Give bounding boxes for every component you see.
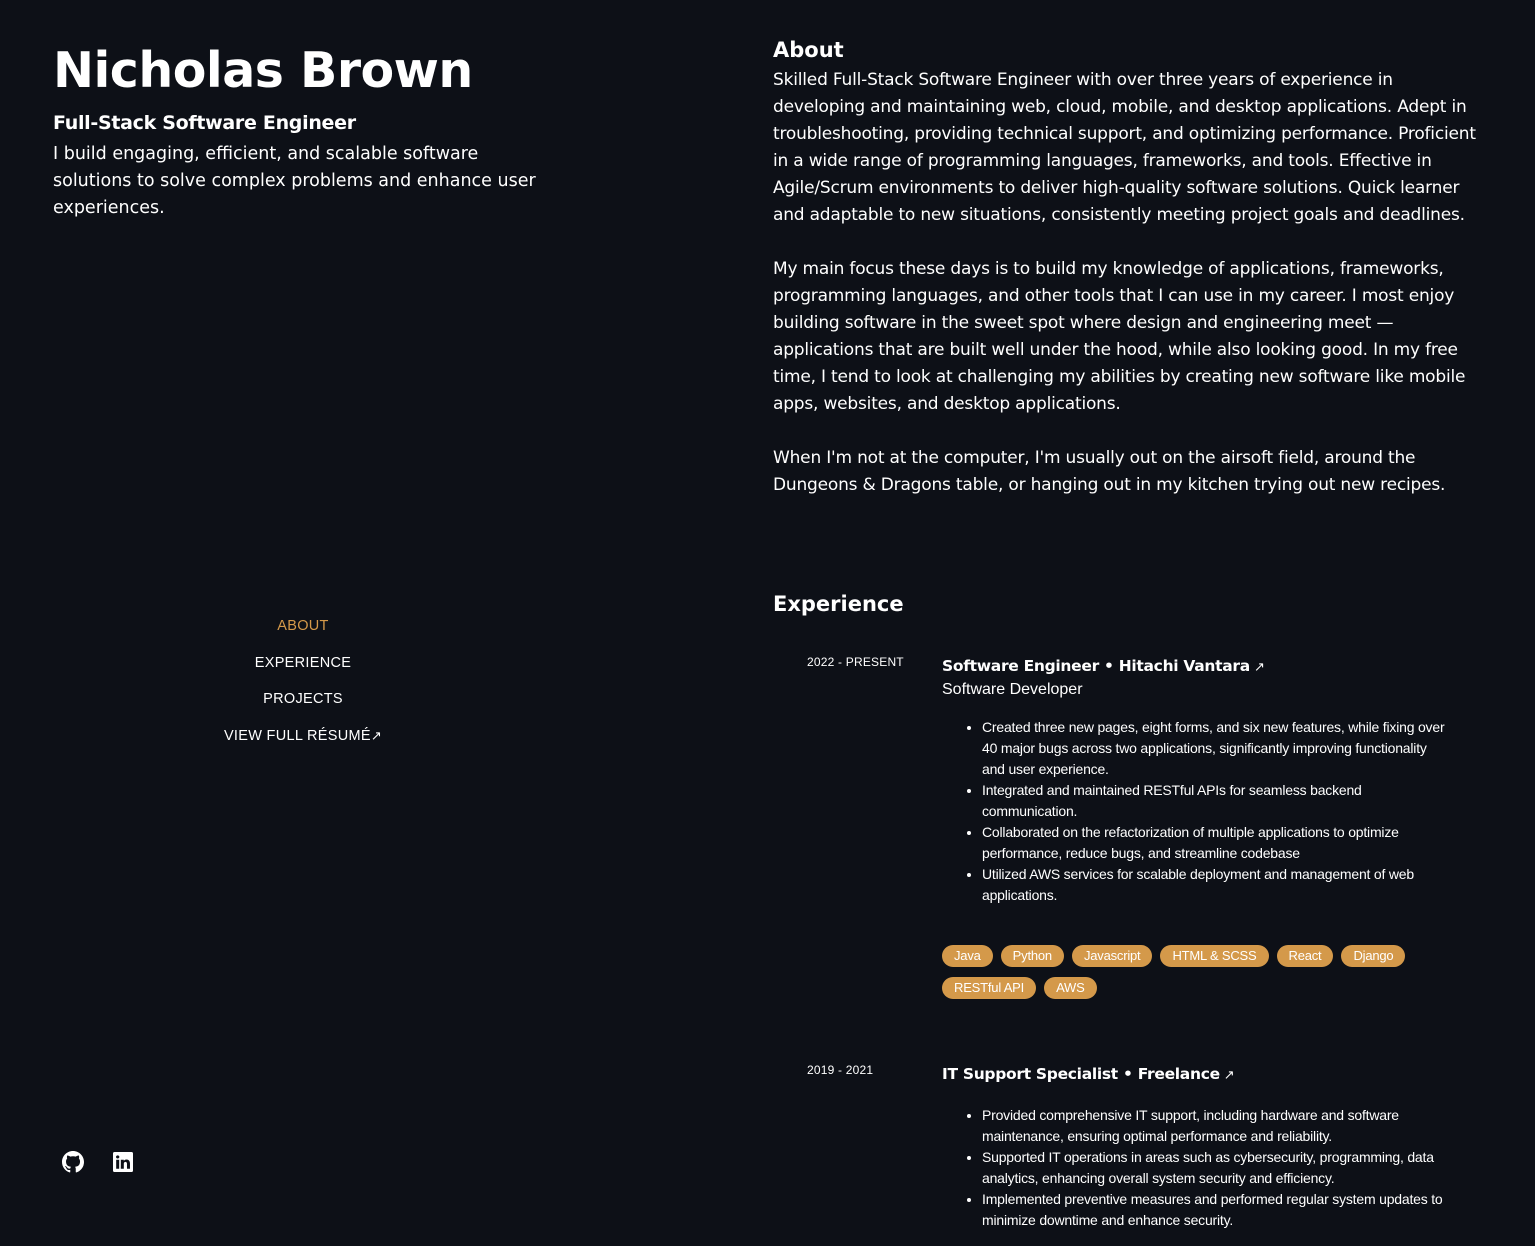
- job-details: Software Engineer • Hitachi Vantara ↗ Sof…: [942, 655, 1452, 999]
- nav-item-experience[interactable]: EXPERIENCE: [53, 653, 553, 690]
- job-bullet: Collaborated on the refactorization of m…: [982, 822, 1452, 864]
- social-links: [61, 1150, 135, 1174]
- nav-item-about[interactable]: ABOUT: [53, 616, 553, 653]
- skill-tag: React: [1276, 945, 1334, 967]
- about-heading: About: [773, 38, 844, 62]
- job-subtitle: Software Developer: [942, 681, 1083, 698]
- about-paragraph: When I'm not at the computer, I'm usuall…: [773, 448, 1446, 495]
- experience-heading: Experience: [773, 592, 904, 616]
- job-title: IT Support Specialist • Freelance: [942, 1065, 1220, 1083]
- portfolio-page: Nicholas Brown Full-Stack Software Engin…: [0, 0, 1535, 1246]
- job-title-link[interactable]: IT Support Specialist • Freelance ↗: [942, 1063, 1452, 1087]
- external-link-icon: ↗: [1253, 660, 1265, 675]
- skill-tag: Javascript: [1071, 945, 1153, 967]
- job-bullets: Provided comprehensive IT support, inclu…: [982, 1105, 1452, 1231]
- job-bullet: Provided comprehensive IT support, inclu…: [982, 1105, 1452, 1147]
- skill-tag: Python: [1000, 945, 1064, 967]
- profile-name: Nicholas Brown: [53, 42, 473, 99]
- job-title-link[interactable]: Software Engineer • Hitachi Vantara ↗: [942, 655, 1452, 679]
- job-bullet: Created three new pages, eight forms, an…: [982, 717, 1452, 780]
- job-details: IT Support Specialist • Freelance↗ Provi…: [942, 1063, 1452, 1231]
- skill-tags: Java Python Javascript HTML & SCSS React…: [942, 945, 1442, 999]
- skill-tag: Java: [942, 945, 993, 967]
- nav-item-label: VIEW FULL RÉSUMÉ: [223, 727, 371, 744]
- job-bullets: Created three new pages, eight forms, an…: [982, 717, 1452, 906]
- nav-item-label: ABOUT: [277, 618, 329, 634]
- profile-role: Full-Stack Software Engineer: [53, 112, 356, 134]
- nav-item-label: PROJECTS: [263, 691, 343, 707]
- skill-tag: RESTful API: [942, 977, 1037, 999]
- about-section: Skilled Full-Stack Software Engineer wit…: [773, 67, 1479, 526]
- job-bullet: Integrated and maintained RESTful APIs f…: [982, 780, 1452, 822]
- nav-item-projects[interactable]: PROJECTS: [53, 689, 553, 726]
- external-link-icon: ↗: [370, 727, 383, 743]
- github-icon[interactable]: [61, 1150, 85, 1174]
- job-dates: 2022 - PRESENT: [807, 655, 904, 669]
- nav-item-label: EXPERIENCE: [254, 654, 352, 671]
- job-bullet: Implemented preventive measures and perf…: [982, 1189, 1452, 1231]
- section-nav: ABOUT EXPERIENCE PROJECTS VIEW FULL RÉSU…: [53, 616, 553, 762]
- external-link-icon: ↗: [1223, 1068, 1235, 1083]
- job-title: Software Engineer • Hitachi Vantara: [942, 657, 1250, 675]
- job-bullet: Utilized AWS services for scalable deplo…: [982, 864, 1452, 906]
- about-paragraph: Skilled Full-Stack Software Engineer wit…: [773, 70, 1476, 225]
- nav-item-resume[interactable]: VIEW FULL RÉSUMÉ↗: [53, 726, 553, 763]
- profile-sidebar: Nicholas Brown Full-Stack Software Engin…: [53, 0, 553, 1246]
- linkedin-icon[interactable]: [111, 1150, 135, 1174]
- skill-tag: AWS: [1044, 977, 1097, 999]
- job-bullet: Supported IT operations in areas such as…: [982, 1147, 1452, 1189]
- job-dates: 2019 - 2021: [807, 1063, 874, 1077]
- skill-tag: HTML & SCSS: [1160, 945, 1269, 967]
- skill-tag: Django: [1341, 945, 1406, 967]
- about-paragraph: My main focus these days is to build my …: [773, 259, 1466, 414]
- profile-tagline: I build engaging, efficient, and scalabl…: [53, 144, 536, 218]
